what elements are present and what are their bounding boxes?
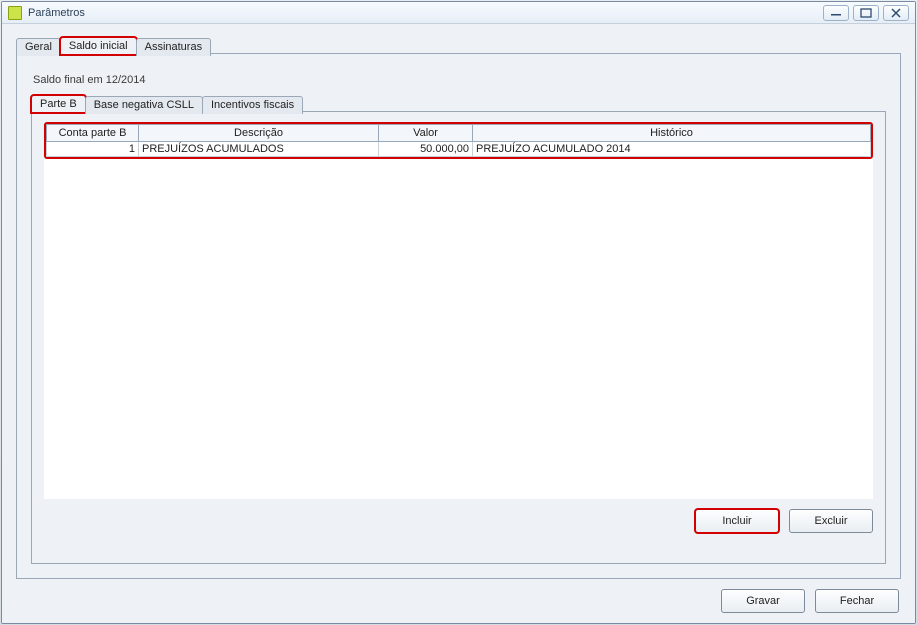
cell-conta[interactable]: 1 <box>47 142 139 157</box>
grid-parte-b[interactable]: Conta parte B Descrição Valor Histórico … <box>44 122 873 159</box>
tab-label: Saldo inicial <box>69 40 128 52</box>
table-row[interactable]: 1 PREJUÍZOS ACUMULADOS 50.000,00 PREJUÍZ… <box>47 142 871 157</box>
tab-label: Assinaturas <box>145 41 202 53</box>
app-icon <box>8 6 22 20</box>
tab-label: Geral <box>25 41 52 53</box>
maximize-button[interactable] <box>853 5 879 21</box>
tab-label: Incentivos fiscais <box>211 99 294 111</box>
col-header-descricao[interactable]: Descrição <box>139 125 379 142</box>
cell-historico[interactable]: PREJUÍZO ACUMULADO 2014 <box>473 142 871 157</box>
gravar-button[interactable]: Gravar <box>721 589 805 613</box>
dialog-button-row: Gravar Fechar <box>16 589 899 613</box>
tab-label: Parte B <box>40 98 77 110</box>
cell-valor[interactable]: 50.000,00 <box>379 142 473 157</box>
cell-descricao[interactable]: PREJUÍZOS ACUMULADOS <box>139 142 379 157</box>
grid-empty-area <box>44 159 873 499</box>
inner-panel-parte-b: Conta parte B Descrição Valor Histórico … <box>31 111 886 564</box>
main-tabstrip: Geral Saldo inicial Assinaturas <box>16 36 901 54</box>
tab-geral[interactable]: Geral <box>16 38 61 56</box>
minimize-button[interactable] <box>823 5 849 21</box>
grid-table: Conta parte B Descrição Valor Histórico … <box>46 124 871 157</box>
client-area: Geral Saldo inicial Assinaturas Saldo fi… <box>2 24 915 623</box>
window-title: Parâmetros <box>28 7 85 19</box>
col-header-historico[interactable]: Histórico <box>473 125 871 142</box>
titlebar: Parâmetros <box>2 2 915 24</box>
section-label: Saldo final em 12/2014 <box>33 74 884 86</box>
col-header-valor[interactable]: Valor <box>379 125 473 142</box>
tab-label: Base negativa CSLL <box>94 99 194 111</box>
tab-base-negativa-csll[interactable]: Base negativa CSLL <box>85 96 203 114</box>
excluir-button[interactable]: Excluir <box>789 509 873 533</box>
close-button[interactable] <box>883 5 909 21</box>
inner-tabstrip: Parte B Base negativa CSLL Incentivos fi… <box>31 94 886 112</box>
tab-saldo-inicial[interactable]: Saldo inicial <box>60 37 137 55</box>
tab-parte-b[interactable]: Parte B <box>31 95 86 113</box>
inner-button-row: Incluir Excluir <box>44 509 873 533</box>
tab-panel-saldo-inicial: Saldo final em 12/2014 Parte B Base nega… <box>16 53 901 579</box>
incluir-button[interactable]: Incluir <box>695 509 779 533</box>
window-controls <box>823 5 909 21</box>
col-header-conta[interactable]: Conta parte B <box>47 125 139 142</box>
dialog-parametros: Parâmetros Geral Saldo inicial Assinatur… <box>1 1 916 624</box>
tab-incentivos-fiscais[interactable]: Incentivos fiscais <box>202 96 303 114</box>
fechar-button[interactable]: Fechar <box>815 589 899 613</box>
tab-assinaturas[interactable]: Assinaturas <box>136 38 211 56</box>
